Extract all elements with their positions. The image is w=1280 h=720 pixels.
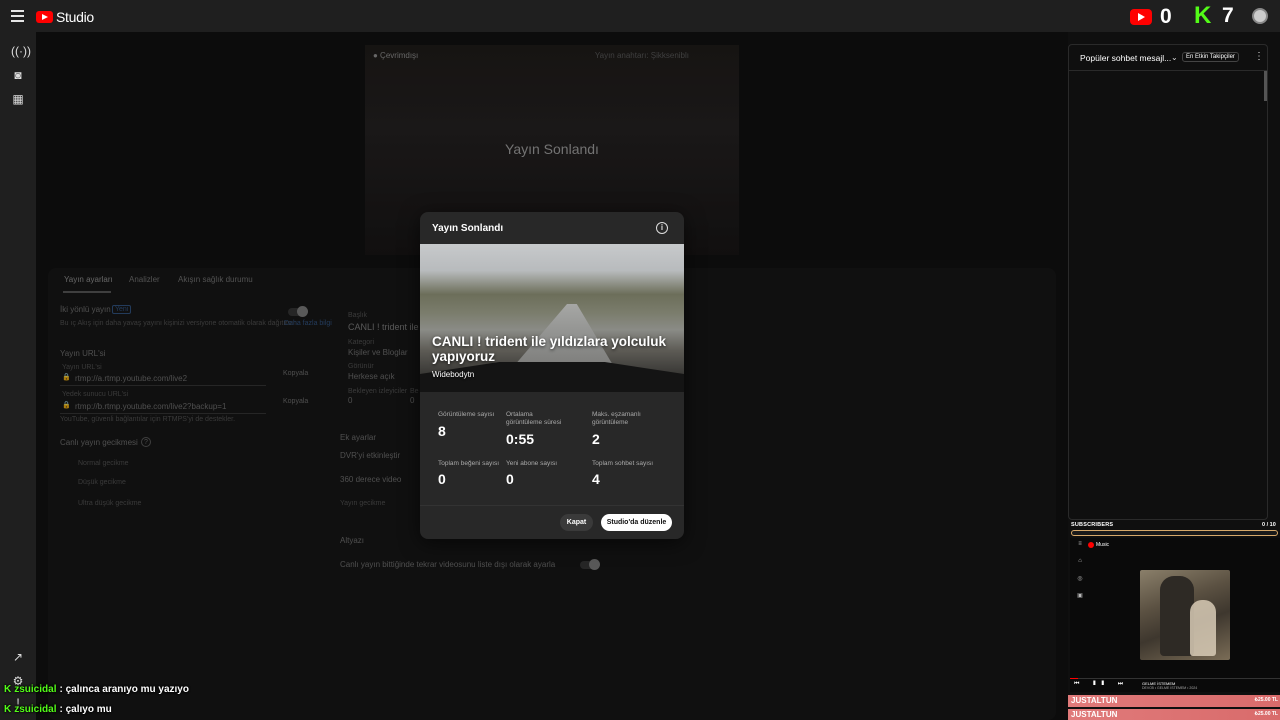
home-icon: ⌂ bbox=[1078, 558, 1082, 564]
stat-value-max-concurrent: 2 bbox=[592, 431, 600, 447]
edit-in-studio-button[interactable]: Studio'da düzenle bbox=[601, 514, 672, 531]
chat-panel: Popüler sohbet mesajl... ⌄ En Etkin Taki… bbox=[1068, 44, 1268, 520]
kick-icon: K bbox=[1194, 2, 1212, 29]
explore-icon: ◎ bbox=[1077, 576, 1083, 582]
stat-value-avg-watch: 0:55 bbox=[506, 431, 535, 447]
dialog-title: Yayın Sonlandı bbox=[432, 223, 504, 234]
youtube-viewer-counter: 0 bbox=[1130, 5, 1172, 29]
close-button[interactable]: Kapat bbox=[560, 514, 593, 531]
chat-username: zsuicidal bbox=[14, 704, 57, 715]
album-art-figure bbox=[1160, 576, 1194, 656]
stat-value-views: 8 bbox=[438, 423, 446, 439]
overlay-chat-message: K zsuicidal : çalıyo mu bbox=[4, 704, 112, 715]
stat-label-views: Görüntüleme sayısı bbox=[438, 411, 495, 418]
chat-mode-selector[interactable]: Popüler sohbet mesajl... bbox=[1080, 53, 1171, 63]
youtube-icon bbox=[1130, 9, 1152, 25]
music-logo: Music bbox=[1088, 542, 1109, 548]
dialog-divider bbox=[420, 505, 684, 506]
donation-alert: JUSTALTUN ₺25.00 TL bbox=[1068, 695, 1280, 707]
chat-text: : çalıyo mu bbox=[59, 704, 112, 715]
studio-logo[interactable]: Studio bbox=[36, 9, 94, 25]
library-icon: ▣ bbox=[1077, 593, 1083, 599]
donor-name: JUSTALTUN bbox=[1071, 696, 1118, 705]
kick-icon: K bbox=[4, 704, 12, 715]
stream-ended-dialog: Yayın Sonlandı i CANLI ! trident ile yıl… bbox=[420, 212, 684, 539]
channel-name: Widebodytn bbox=[432, 370, 475, 379]
more-options-icon[interactable]: ⋮ bbox=[1254, 51, 1264, 62]
music-progress-bar bbox=[1070, 678, 1280, 679]
music-logo-text: Music bbox=[1096, 542, 1110, 548]
music-player-capture: ≡ Music ⌂ ◎ ▣ ⏮ ❚❚ ⏭ GELME İSTEMEM DEVO5… bbox=[1070, 538, 1280, 692]
donation-amount: ₺25.00 TL bbox=[1254, 711, 1278, 717]
youtube-viewer-count: 0 bbox=[1160, 5, 1172, 28]
menu-icon[interactable] bbox=[11, 10, 24, 22]
donation-alert: JUSTALTUN ₺25.00 TL bbox=[1068, 709, 1280, 720]
chat-header: Popüler sohbet mesajl... ⌄ En Etkin Taki… bbox=[1069, 45, 1267, 71]
subscribers-goal-count: 0 / 10 bbox=[1262, 522, 1276, 528]
stat-label-new-subs: Yeni abone sayısı bbox=[506, 460, 558, 467]
video-title: CANLI ! trident ile yıldızlara yolculuk … bbox=[432, 334, 667, 364]
broadcast-icon[interactable]: ((·)) bbox=[11, 44, 31, 58]
track-artist: DEVO5 • GELME İSTEMEM • 2024 bbox=[1142, 686, 1198, 690]
exit-icon[interactable]: ↗ bbox=[11, 650, 25, 664]
left-rail: ((·)) ◙ ▦ ↗ ⚙ ! bbox=[0, 32, 36, 720]
kick-viewer-count: 7 bbox=[1222, 4, 1234, 27]
chat-username: zsuicidal bbox=[14, 684, 57, 695]
overlay-chat-message: K zsuicidal : çalınca aranıyo mu yazıyo bbox=[4, 684, 189, 695]
donation-amount: ₺25.00 TL bbox=[1254, 697, 1278, 703]
stat-value-chats: 4 bbox=[592, 471, 600, 487]
stat-value-new-subs: 0 bbox=[506, 471, 514, 487]
subscribers-goal-label: SUBSCRIBERS bbox=[1071, 522, 1114, 528]
stat-label-likes: Toplam beğeni sayısı bbox=[438, 460, 500, 467]
chat-text: : çalınca aranıyo mu yazıyo bbox=[59, 684, 189, 695]
camera-icon[interactable]: ◙ bbox=[11, 68, 25, 82]
info-icon[interactable]: i bbox=[656, 222, 668, 234]
youtube-logo-icon bbox=[36, 11, 53, 23]
album-art-figure bbox=[1190, 600, 1216, 656]
subscribers-goal-bar bbox=[1071, 530, 1278, 536]
album-art bbox=[1140, 570, 1230, 660]
calendar-icon[interactable]: ▦ bbox=[11, 92, 25, 106]
music-logo-icon bbox=[1088, 542, 1094, 548]
stat-label-chats: Toplam sohbet sayısı bbox=[592, 460, 654, 467]
video-thumbnail: CANLI ! trident ile yıldızlara yolculuk … bbox=[420, 244, 684, 392]
kick-viewer-counter: K 7 bbox=[1194, 4, 1234, 28]
menu-icon: ≡ bbox=[1078, 541, 1082, 547]
top-bar: Studio 0 K 7 bbox=[0, 0, 1280, 32]
chevron-down-icon[interactable]: ⌄ bbox=[1171, 53, 1178, 62]
music-topbar: ≡ Music bbox=[1070, 538, 1280, 552]
donor-name: JUSTALTUN bbox=[1071, 710, 1118, 719]
top-followers-button[interactable]: En Etkin Takipçiler bbox=[1182, 52, 1239, 62]
logo-text: Studio bbox=[56, 9, 94, 25]
chat-scrollbar[interactable] bbox=[1264, 71, 1267, 101]
playback-controls: ⏮ ❚❚ ⏭ bbox=[1074, 681, 1130, 687]
kick-icon: K bbox=[4, 684, 12, 695]
stat-label-avg-watch: Ortalama görüntüleme süresi bbox=[506, 411, 562, 426]
stat-value-likes: 0 bbox=[438, 471, 446, 487]
stat-label-max-concurrent: Maks. eşzamanlı görüntüleme bbox=[592, 411, 641, 426]
avatar[interactable] bbox=[1252, 8, 1268, 24]
